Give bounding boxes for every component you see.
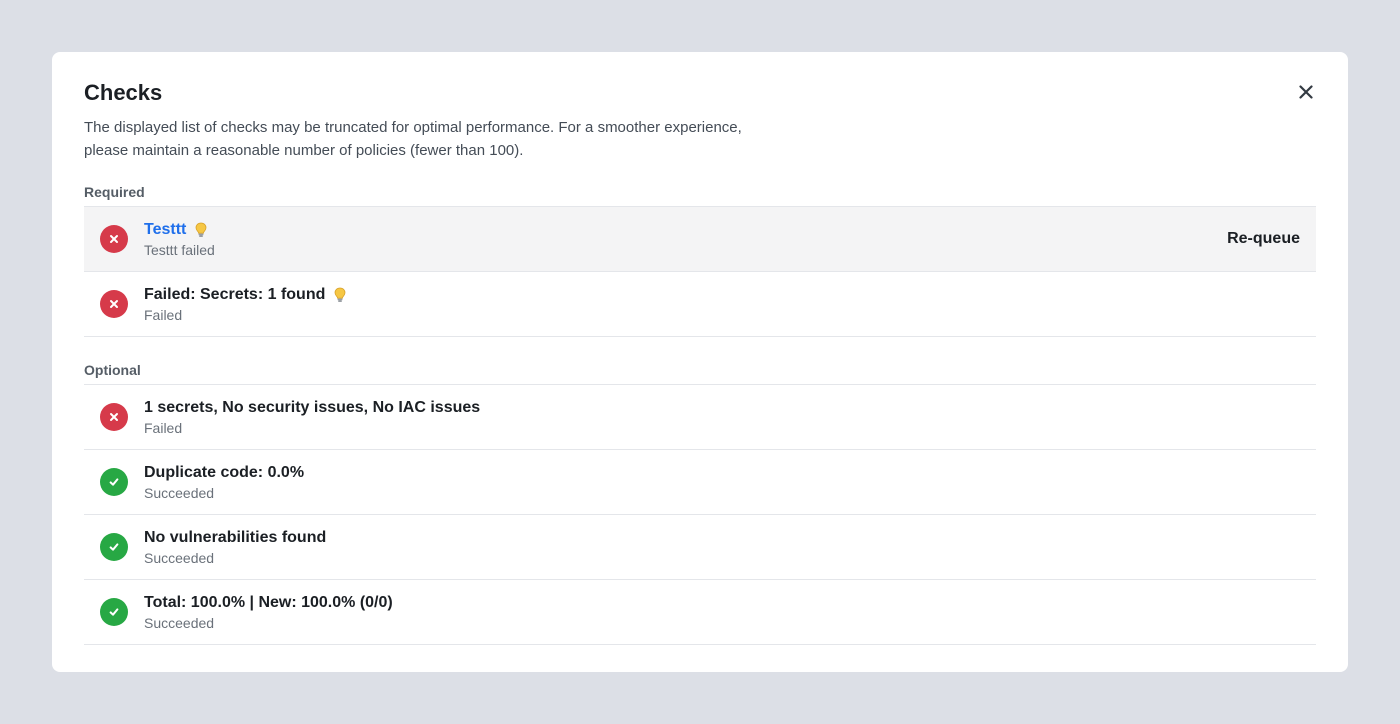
x-icon <box>110 413 118 421</box>
check-row[interactable]: Failed: Secrets: 1 found Failed <box>84 272 1316 337</box>
optional-checks-list: 1 secrets, No security issues, No IAC is… <box>84 384 1316 645</box>
check-subtitle: Failed <box>144 419 183 436</box>
lightbulb-icon <box>194 222 208 238</box>
x-icon <box>110 300 118 308</box>
check-title: No vulnerabilities found <box>144 528 327 546</box>
check-row[interactable]: 1 secrets, No security issues, No IAC is… <box>84 385 1316 450</box>
check-subtitle: Succeeded <box>144 549 215 566</box>
required-checks-list: Testtt Testtt failed Re-queue Failed: Se… <box>84 206 1316 337</box>
lightbulb-icon <box>333 287 347 303</box>
check-subtitle: Failed <box>144 306 183 323</box>
section-label-optional: Optional <box>84 362 141 378</box>
check-title: Total: 100.0% | New: 100.0% (0/0) <box>144 593 393 611</box>
check-subtitle: Succeeded <box>144 614 215 631</box>
check-subtitle: Succeeded <box>144 484 215 501</box>
succeeded-status-icon <box>100 598 128 626</box>
x-icon <box>110 235 118 243</box>
succeeded-status-icon <box>100 533 128 561</box>
checks-modal: Checks The displayed list of checks may … <box>52 52 1348 672</box>
check-icon <box>109 543 119 551</box>
close-icon <box>1299 85 1313 99</box>
modal-title: Checks <box>84 80 163 105</box>
check-row[interactable]: Duplicate code: 0.0% Succeeded <box>84 450 1316 515</box>
check-icon <box>109 478 119 486</box>
check-row[interactable]: No vulnerabilities found Succeeded <box>84 515 1316 580</box>
requeue-button[interactable]: Re-queue <box>1227 230 1300 248</box>
check-text: Testtt Testtt failed <box>144 220 215 259</box>
section-label-required: Required <box>84 184 145 200</box>
check-title: Duplicate code: 0.0% <box>144 463 305 481</box>
check-row[interactable]: Testtt Testtt failed Re-queue <box>84 207 1316 272</box>
succeeded-status-icon <box>100 468 128 496</box>
check-text: Duplicate code: 0.0% Succeeded <box>144 463 304 502</box>
check-text: 1 secrets, No security issues, No IAC is… <box>144 398 480 437</box>
check-text: No vulnerabilities found Succeeded <box>144 528 326 567</box>
check-title: Failed: Secrets: 1 found <box>144 285 326 303</box>
check-text: Total: 100.0% | New: 100.0% (0/0) Succee… <box>144 593 393 632</box>
check-icon <box>109 608 119 616</box>
failed-status-icon <box>100 403 128 431</box>
check-text: Failed: Secrets: 1 found Failed <box>144 285 347 324</box>
check-title: 1 secrets, No security issues, No IAC is… <box>144 398 481 416</box>
check-row[interactable]: Total: 100.0% | New: 100.0% (0/0) Succee… <box>84 580 1316 645</box>
failed-status-icon <box>100 290 128 318</box>
close-button[interactable] <box>1296 82 1316 102</box>
check-title-link[interactable]: Testtt <box>144 221 186 239</box>
check-subtitle: Testtt failed <box>144 241 215 258</box>
failed-status-icon <box>100 225 128 253</box>
modal-description: The displayed list of checks may be trun… <box>84 119 742 159</box>
